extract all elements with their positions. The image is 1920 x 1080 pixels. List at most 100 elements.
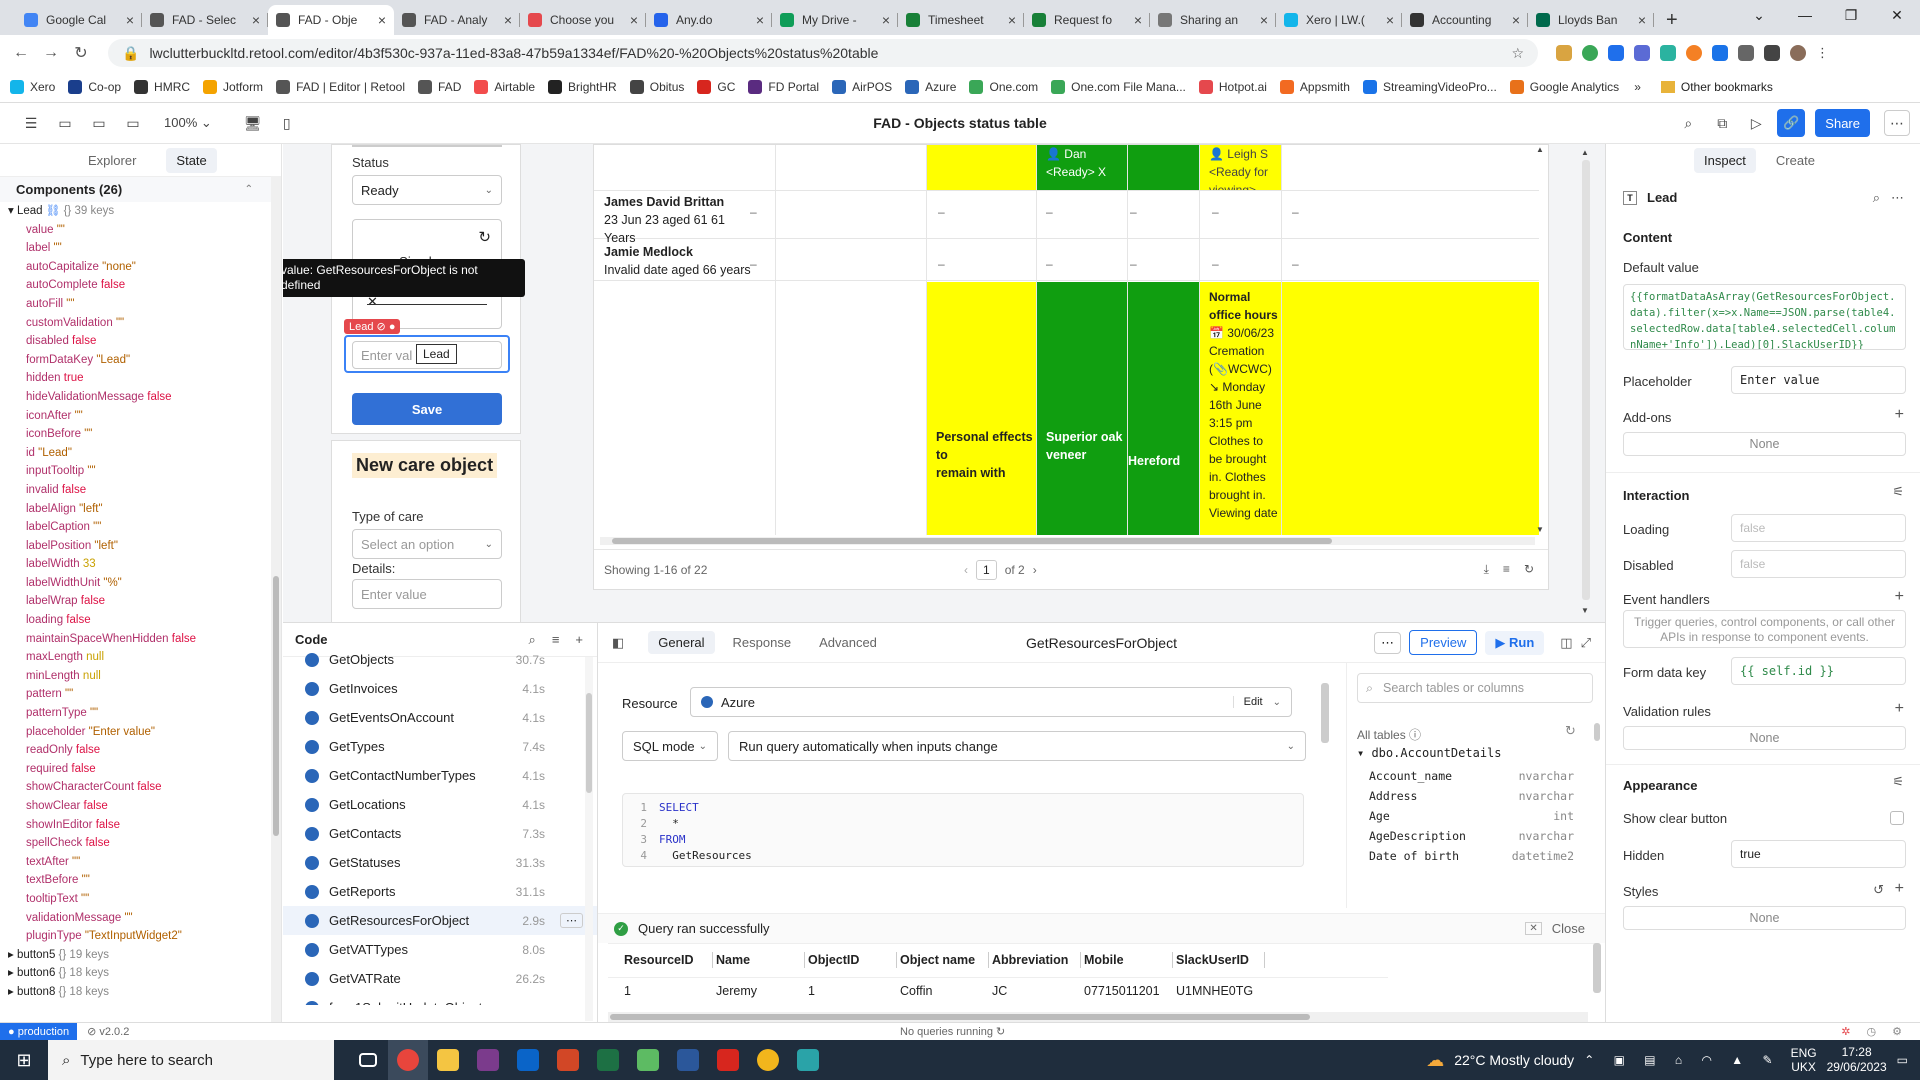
canvas-scrollbar[interactable]: ▲ ▼ <box>1581 144 1591 622</box>
tree-node-lead[interactable]: ▾ Lead ⛓ {} 39 keys <box>8 202 281 221</box>
browser-tab[interactable]: Lloyds Ban × <box>1528 5 1654 35</box>
default-value-editor[interactable]: {{formatDataAsArray(GetResourcesForObjec… <box>1623 284 1906 350</box>
browser-tab[interactable]: Accounting × <box>1402 5 1528 35</box>
word-icon[interactable] <box>668 1040 708 1080</box>
show-clear-checkbox[interactable] <box>1890 811 1904 825</box>
query-item[interactable]: GetVATTypes 8.0s <box>283 935 597 964</box>
browser-tab[interactable]: My Drive - × <box>772 5 898 35</box>
state-prop[interactable]: label "" <box>8 239 281 258</box>
styles-none[interactable]: None <box>1623 906 1906 930</box>
acrobat-icon[interactable] <box>708 1040 748 1080</box>
menu-icon[interactable]: ⋮ <box>1816 45 1829 61</box>
reset-icon[interactable]: ↺ <box>1873 882 1884 898</box>
state-prop[interactable]: inputTooltip "" <box>8 462 281 481</box>
extension-icon[interactable] <box>1660 45 1676 61</box>
browser-tab[interactable]: Timesheet × <box>898 5 1024 35</box>
table-row[interactable]: James David Brittan 23 Jun 23 aged 61 61 … <box>594 191 1539 245</box>
query-item[interactable]: GetStatuses 31.3s <box>283 848 597 877</box>
state-prop[interactable]: labelWrap false <box>8 592 281 611</box>
bookmark-star-icon[interactable]: ☆ <box>1511 45 1524 62</box>
results-vertical-scrollbar[interactable] <box>1592 913 1602 1013</box>
loading-field[interactable]: false <box>1731 514 1906 542</box>
state-prop[interactable]: hidden true <box>8 369 281 388</box>
close-tab-icon[interactable]: × <box>1134 12 1142 28</box>
sql-editor[interactable]: 1 SELECT 2 * 3 FROM 4 GetResources <box>622 793 1304 867</box>
schema-table[interactable]: ▾ dbo.AccountDetails <box>1357 746 1502 760</box>
reset-icon[interactable]: ↻ <box>478 228 491 246</box>
retool-menu-icon[interactable]: ☰ <box>18 110 44 136</box>
close-tab-icon[interactable]: × <box>252 12 260 28</box>
trigger-select[interactable]: Run query automatically when inputs chan… <box>728 731 1306 761</box>
table-row[interactable] <box>594 145 1539 191</box>
bookmark-item[interactable]: FAD | Editor | Retool <box>276 79 405 94</box>
validation-none[interactable]: None <box>1623 726 1906 750</box>
page-input[interactable]: 1 <box>976 559 997 580</box>
query-item[interactable]: GetInvoices 4.1s <box>283 674 597 703</box>
state-prop[interactable]: tooltipText "" <box>8 890 281 909</box>
bookmark-item[interactable]: FAD <box>418 79 461 94</box>
bookmark-item[interactable]: FD Portal <box>748 79 819 94</box>
bookmark-item[interactable]: AirPOS <box>832 79 892 94</box>
next-page-icon[interactable]: › <box>1033 563 1037 577</box>
browser-tab[interactable]: Choose you × <box>520 5 646 35</box>
more-icon[interactable]: ⋯ <box>560 913 583 928</box>
tab-search-icon[interactable]: ⌄ <box>1736 0 1782 30</box>
state-prop[interactable]: invalid false <box>8 481 281 500</box>
search-icon[interactable]: ⌕ <box>1675 110 1701 136</box>
tray-icons[interactable]: ⌃ ▣ ▤ ⌂ ◠ ▲ ✎ <box>1584 1053 1780 1067</box>
schema-column[interactable]: Age int <box>1369 806 1574 826</box>
component-name[interactable]: T Lead <box>1623 190 1677 205</box>
file-explorer-icon[interactable] <box>428 1040 468 1080</box>
extension-icon[interactable] <box>1556 45 1572 61</box>
puzzle-icon[interactable] <box>1738 45 1754 61</box>
schema-column[interactable]: Address nvarchar <box>1369 786 1574 806</box>
minimize-button[interactable]: — <box>1782 0 1828 30</box>
bookmark-item[interactable]: Obitus <box>629 79 684 94</box>
state-prop[interactable]: labelPosition "left" <box>8 537 281 556</box>
close-window-button[interactable]: ✕ <box>1874 0 1920 30</box>
tab-inspect[interactable]: Inspect <box>1694 147 1756 173</box>
history-icon[interactable]: ◷ <box>1867 1025 1877 1038</box>
bookmark-item[interactable]: Appsmith <box>1279 79 1350 94</box>
media-app-icon[interactable] <box>788 1040 828 1080</box>
close-tab-icon[interactable]: × <box>504 12 512 28</box>
state-prop[interactable]: customValidation "" <box>8 314 281 333</box>
add-icon[interactable]: + <box>1895 880 1904 898</box>
tab-explorer[interactable]: Explorer <box>88 153 136 168</box>
right-panel-toggle-icon[interactable]: ▭ <box>120 110 146 136</box>
taskbar-search[interactable]: ⌕ Type here to search <box>48 1040 334 1080</box>
settings-icon[interactable]: ⚙ <box>1892 1025 1902 1038</box>
weather-text[interactable]: 22°C Mostly cloudy <box>1454 1052 1574 1068</box>
left-panel-scrollbar[interactable] <box>271 176 281 1022</box>
query-item[interactable]: GetEventsOnAccount 4.1s <box>283 703 597 732</box>
result-cell[interactable]: U1MNHE0TG <box>1176 984 1253 998</box>
desktop-view-icon[interactable]: 🖥 <box>240 110 266 136</box>
hidden-field[interactable]: true <box>1731 840 1906 868</box>
state-prop[interactable]: loading false <box>8 611 281 630</box>
more-icon[interactable]: ⋯ <box>1884 110 1910 136</box>
query-item[interactable]: GetResourcesForObject 2.9s ⋯ <box>283 906 597 935</box>
bookmark-item[interactable]: Co-op <box>68 79 121 94</box>
editor-scrollbar[interactable] <box>1320 663 1330 913</box>
edit-resource-button[interactable]: Edit <box>1232 696 1263 708</box>
back-icon[interactable]: ← <box>6 44 36 62</box>
result-cell[interactable]: 1 <box>808 984 815 998</box>
result-column-header[interactable]: Name <box>716 953 750 967</box>
chrome-icon[interactable] <box>388 1040 428 1080</box>
snipping-tool-icon[interactable] <box>628 1040 668 1080</box>
bookmark-item[interactable]: BrightHR <box>548 79 617 94</box>
search-icon[interactable]: ⌕ <box>1873 190 1880 206</box>
bookmark-item[interactable]: Azure <box>905 79 956 94</box>
bookmark-item[interactable]: StreamingVideoPro... <box>1362 79 1497 94</box>
bookmark-item[interactable]: Xero <box>10 79 55 94</box>
more-icon[interactable]: ⋯ <box>1891 190 1904 206</box>
close-tab-icon[interactable]: × <box>378 12 386 28</box>
close-tab-icon[interactable]: × <box>1638 12 1646 28</box>
table-horizontal-scrollbar[interactable] <box>600 537 1535 545</box>
close-tab-icon[interactable]: × <box>630 12 638 28</box>
outlook-icon[interactable] <box>508 1040 548 1080</box>
state-prop[interactable]: id "Lead" <box>8 444 281 463</box>
components-header[interactable]: Components (26) ⌃ <box>0 176 281 202</box>
tab-advanced[interactable]: Advanced <box>809 631 887 654</box>
schema-column[interactable]: Date of birth datetime2 <box>1369 846 1574 866</box>
